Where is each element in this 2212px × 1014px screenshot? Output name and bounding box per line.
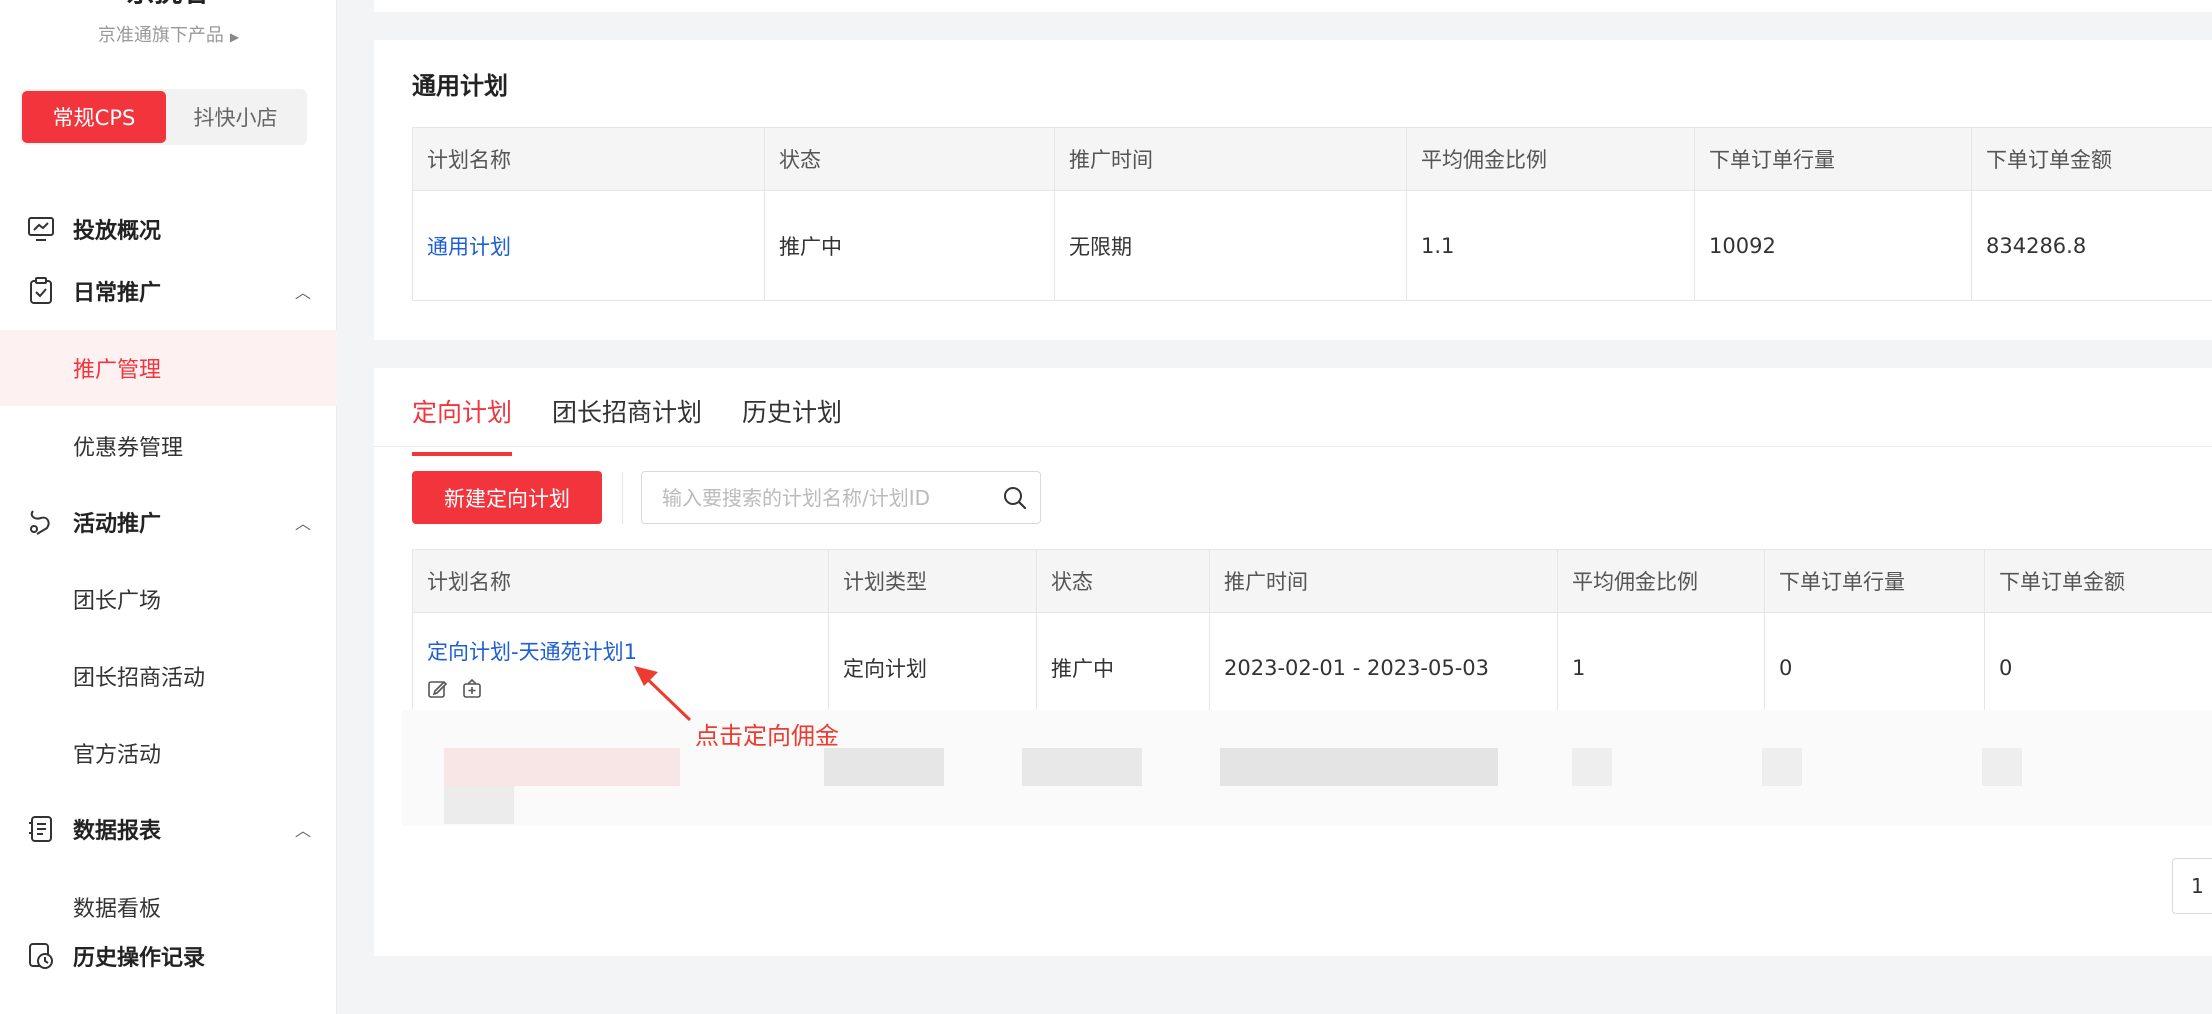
caret-right-icon: ▶ bbox=[229, 30, 240, 44]
cell-order-lines: 0 bbox=[1764, 612, 1985, 724]
edit-icon[interactable] bbox=[427, 678, 449, 700]
nav-promotion-management[interactable]: 推广管理 bbox=[0, 330, 337, 406]
nav-coupon-management-label: 优惠券管理 bbox=[73, 436, 184, 461]
cell-status: 推广中 bbox=[1036, 612, 1210, 724]
col-plan-type: 计划类型 bbox=[828, 549, 1037, 613]
nav-promotion-management-label: 推广管理 bbox=[73, 358, 162, 383]
col-plan-name: 计划名称 bbox=[412, 549, 829, 613]
history-clock-icon bbox=[26, 941, 56, 971]
plan-search-input[interactable] bbox=[642, 472, 982, 523]
clipboard-check-icon bbox=[26, 276, 56, 306]
tab-targeted-plan[interactable]: 定向计划 bbox=[412, 388, 513, 456]
annotation-arrow bbox=[634, 666, 692, 722]
tab-leader-recruit-plan[interactable]: 团长招商计划 bbox=[552, 388, 702, 448]
chevron-up-icon: ︿ bbox=[294, 821, 311, 840]
sidebar: 京挑客 京准通旗下产品 ▶ 常规CPS 抖快小店 投放概况 日常推广 ︿ 推广管理… bbox=[0, 0, 337, 1014]
col-period: 推广时间 bbox=[1209, 549, 1558, 613]
nav-history-log[interactable]: 历史操作记录 bbox=[0, 924, 337, 988]
channel-switch: 常规CPS 抖快小店 bbox=[20, 89, 307, 145]
brand-name: 京挑客 bbox=[0, 0, 337, 10]
general-plan-title: 通用计划 bbox=[412, 72, 508, 100]
cell-avg-commission: 1 bbox=[1557, 612, 1765, 724]
general-plan-card: 通用计划 计划名称 状态 推广时间 平均佣金比例 下单订单行量 下单订单金额 通… bbox=[374, 40, 2212, 340]
activity-icon bbox=[26, 507, 56, 537]
col-avg-commission: 平均佣金比例 bbox=[1557, 549, 1765, 613]
col-status: 状态 bbox=[764, 127, 1055, 191]
annotation-text: 点击定向佣金 bbox=[695, 722, 839, 750]
commission-icon[interactable] bbox=[461, 678, 483, 700]
table-row: 通用计划 推广中 无限期 1.1 10092 834286.8 bbox=[412, 190, 2212, 301]
segment-douyin-kuaishou-store[interactable]: 抖快小店 bbox=[166, 91, 305, 143]
nav-data-report-label: 数据报表 bbox=[73, 819, 162, 844]
col-period: 推广时间 bbox=[1054, 127, 1407, 191]
cell-order-lines: 10092 bbox=[1694, 190, 1972, 301]
plan-tabs: 定向计划 团长招商计划 历史计划 bbox=[412, 388, 842, 456]
nav-official-activity[interactable]: 官方活动 bbox=[0, 715, 337, 791]
brand-subtitle-text: 京准通旗下产品 bbox=[97, 25, 224, 46]
col-status: 状态 bbox=[1036, 549, 1210, 613]
nav-official-activity-label: 官方活动 bbox=[73, 743, 162, 768]
chevron-up-icon: ︿ bbox=[294, 514, 311, 533]
tab-divider bbox=[374, 446, 2212, 447]
nav-history-log-label: 历史操作记录 bbox=[73, 946, 206, 971]
chevron-up-icon: ︿ bbox=[294, 283, 311, 302]
cell-order-amount: 834286.8 bbox=[1971, 190, 2212, 301]
nav-data-dashboard-label: 数据看板 bbox=[73, 897, 162, 922]
nav-activity-promotion-label: 活动推广 bbox=[73, 512, 162, 537]
general-plan-link[interactable]: 通用计划 bbox=[427, 235, 511, 259]
segment-regular-cps[interactable]: 常规CPS bbox=[22, 91, 166, 143]
col-order-amount: 下单订单金额 bbox=[1971, 127, 2212, 191]
nav-overview[interactable]: 投放概况 bbox=[0, 197, 337, 261]
cell-avg-commission: 1.1 bbox=[1406, 190, 1695, 301]
plan-search-box bbox=[641, 471, 1041, 524]
brand-subtitle[interactable]: 京准通旗下产品 ▶ bbox=[0, 22, 337, 51]
nav-leader-square-label: 团长广场 bbox=[73, 589, 162, 614]
top-strip bbox=[374, 0, 2212, 12]
nav-leader-recruit-activity-label: 团长招商活动 bbox=[73, 666, 206, 691]
table-header-row: 计划名称 计划类型 状态 推广时间 平均佣金比例 下单订单行量 下单订单金额 bbox=[412, 549, 2212, 613]
cell-period: 无限期 bbox=[1054, 190, 1407, 301]
col-avg-commission: 平均佣金比例 bbox=[1406, 127, 1695, 191]
col-order-amount: 下单订单金额 bbox=[1984, 549, 2212, 613]
chart-monitor-icon bbox=[26, 214, 56, 244]
tab-history-plan[interactable]: 历史计划 bbox=[742, 388, 842, 448]
nav-leader-square[interactable]: 团长广场 bbox=[0, 561, 337, 637]
nav-overview-label: 投放概况 bbox=[73, 219, 162, 244]
search-icon[interactable] bbox=[1002, 485, 1028, 511]
col-order-lines: 下单订单行量 bbox=[1694, 127, 1972, 191]
cell-period: 2023-02-01 - 2023-05-03 bbox=[1209, 612, 1558, 724]
nav-daily-promotion[interactable]: 日常推广 ︿ bbox=[0, 259, 337, 323]
toolbar-divider bbox=[622, 472, 623, 524]
nav-coupon-management[interactable]: 优惠券管理 bbox=[0, 408, 337, 484]
pagination-page-1[interactable]: 1 bbox=[2172, 858, 2212, 914]
col-plan-name: 计划名称 bbox=[412, 127, 765, 191]
nav-leader-recruit-activity[interactable]: 团长招商活动 bbox=[0, 638, 337, 714]
cell-status: 推广中 bbox=[764, 190, 1055, 301]
new-targeted-plan-button[interactable]: 新建定向计划 bbox=[412, 471, 602, 524]
nav-activity-promotion[interactable]: 活动推广 ︿ bbox=[0, 490, 337, 554]
cell-plan-type: 定向计划 bbox=[828, 612, 1037, 724]
col-order-lines: 下单订单行量 bbox=[1764, 549, 1985, 613]
nav-daily-promotion-label: 日常推广 bbox=[73, 281, 162, 306]
report-doc-icon bbox=[26, 814, 56, 844]
cell-order-amount: 0 bbox=[1984, 612, 2212, 724]
nav-data-report[interactable]: 数据报表 ︿ bbox=[0, 797, 337, 861]
table-header-row: 计划名称 状态 推广时间 平均佣金比例 下单订单行量 下单订单金额 bbox=[412, 127, 2212, 191]
general-plan-table: 计划名称 状态 推广时间 平均佣金比例 下单订单行量 下单订单金额 通用计划 推… bbox=[412, 127, 2212, 301]
